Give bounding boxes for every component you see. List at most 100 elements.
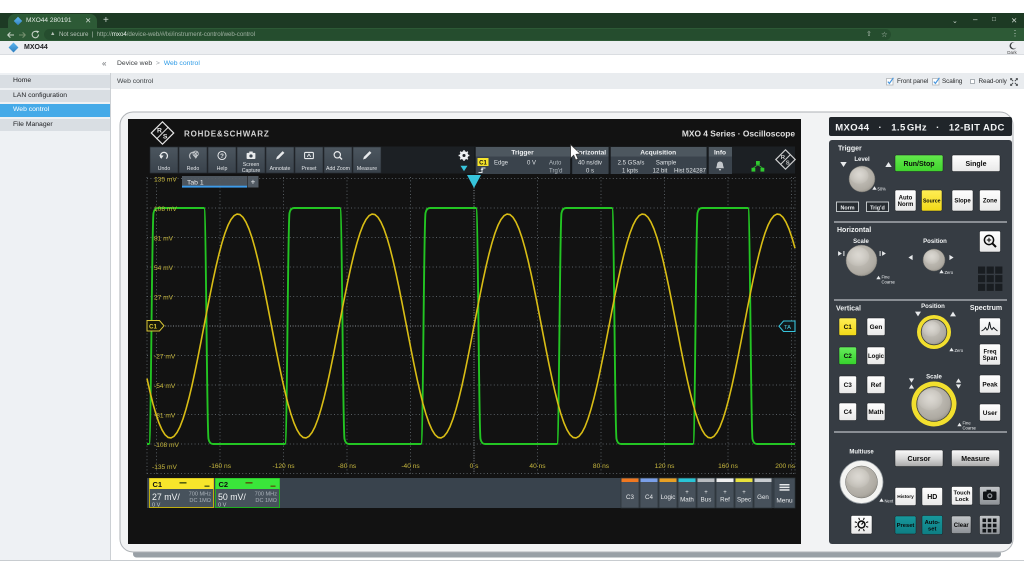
- svg-text:Level: Level: [854, 157, 870, 163]
- svg-text:Auto-: Auto-: [925, 520, 940, 526]
- svg-text:Single: Single: [965, 161, 986, 168]
- svg-text:-135 mV: -135 mV: [152, 464, 178, 471]
- svg-text:Bus: Bus: [701, 497, 712, 504]
- svg-text:Measure: Measure: [961, 456, 990, 463]
- svg-text:81 mV: 81 mV: [154, 236, 174, 243]
- svg-text:C4: C4: [645, 494, 653, 501]
- svg-text:Info: Info: [714, 149, 726, 156]
- svg-text:Trigger: Trigger: [838, 146, 862, 153]
- svg-text:50 mV/: 50 mV/: [218, 492, 246, 502]
- svg-text:Clear: Clear: [954, 523, 970, 529]
- svg-text:Ref: Ref: [720, 497, 730, 504]
- svg-text:Scale: Scale: [853, 239, 869, 245]
- svg-text:700 MHz: 700 MHz: [255, 492, 278, 498]
- svg-text:C4: C4: [844, 409, 853, 416]
- svg-text:MXO 4 Series · Oscilloscope: MXO 4 Series · Oscilloscope: [682, 129, 795, 139]
- svg-text:200 ns: 200 ns: [775, 463, 796, 470]
- svg-text:Math: Math: [868, 409, 883, 416]
- svg-text:0 V: 0 V: [152, 503, 161, 509]
- svg-text:2.5 GSa/s: 2.5 GSa/s: [618, 161, 645, 167]
- svg-text:Touch: Touch: [954, 491, 971, 497]
- svg-text:Edge: Edge: [494, 161, 509, 167]
- svg-text:40 ns/div: 40 ns/div: [578, 161, 602, 167]
- svg-text:ROHDE&SCHWARZ: ROHDE&SCHWARZ: [184, 130, 270, 139]
- svg-text:-80 ns: -80 ns: [338, 463, 357, 470]
- svg-text:135 mV: 135 mV: [154, 177, 177, 184]
- svg-text:Coarse: Coarse: [882, 280, 896, 285]
- svg-text:+: +: [685, 490, 689, 496]
- svg-text:Capture: Capture: [242, 168, 261, 174]
- svg-text:C3: C3: [626, 494, 634, 501]
- svg-text:Menu: Menu: [776, 498, 793, 505]
- svg-text:-40 ns: -40 ns: [401, 463, 420, 470]
- svg-text:0 V: 0 V: [527, 161, 536, 167]
- svg-text:Slope: Slope: [954, 199, 971, 205]
- svg-text:40 ns: 40 ns: [529, 463, 546, 470]
- svg-text:0 V: 0 V: [218, 503, 227, 509]
- svg-text:0 s: 0 s: [586, 169, 594, 175]
- svg-text:?: ?: [220, 153, 224, 160]
- svg-text:Zero: Zero: [945, 270, 954, 275]
- svg-text:Norm: Norm: [898, 202, 914, 208]
- svg-text:Coarse: Coarse: [963, 426, 977, 431]
- svg-text:C2: C2: [844, 353, 853, 360]
- svg-text:C1: C1: [153, 480, 163, 489]
- svg-text:27 mV: 27 mV: [154, 295, 174, 302]
- svg-text:Freq: Freq: [983, 349, 996, 355]
- svg-text:Spectrum: Spectrum: [970, 305, 1002, 312]
- svg-text:Math: Math: [680, 497, 694, 504]
- svg-text:1 kpts: 1 kpts: [622, 169, 638, 175]
- svg-text:C1: C1: [149, 324, 157, 331]
- svg-text:Source: Source: [923, 198, 941, 204]
- svg-text:Scale: Scale: [926, 375, 942, 381]
- svg-text:Gen: Gen: [757, 494, 769, 501]
- svg-text:50%: 50%: [878, 187, 887, 192]
- svg-text:700 MHz: 700 MHz: [189, 492, 212, 498]
- svg-text:-160 ns: -160 ns: [209, 463, 232, 470]
- svg-text:Position: Position: [923, 239, 947, 245]
- svg-text:S: S: [163, 134, 168, 141]
- svg-text:Gen: Gen: [870, 324, 883, 331]
- svg-text:Auto: Auto: [549, 161, 562, 167]
- svg-text:Acquisition: Acquisition: [640, 149, 676, 156]
- svg-text:108 mV: 108 mV: [154, 206, 177, 213]
- svg-text:Trigger: Trigger: [511, 149, 534, 156]
- svg-text:160 ns: 160 ns: [718, 463, 739, 470]
- svg-text:Trg’d: Trg’d: [549, 169, 562, 175]
- svg-text:Tab 1: Tab 1: [187, 179, 204, 186]
- svg-text:-27 mV: -27 mV: [154, 354, 176, 361]
- svg-text:+: +: [723, 490, 727, 496]
- svg-text:Preset: Preset: [302, 166, 318, 172]
- svg-text:Spec: Spec: [737, 497, 751, 504]
- svg-text:-108 mV: -108 mV: [154, 442, 180, 449]
- svg-text:Lock: Lock: [955, 497, 969, 503]
- svg-text:S: S: [786, 160, 790, 166]
- svg-text:-120 ns: -120 ns: [273, 463, 296, 470]
- svg-text:Ref: Ref: [871, 382, 882, 389]
- svg-text:Sample: Sample: [656, 161, 677, 167]
- svg-text:-81 mV: -81 mV: [154, 413, 176, 420]
- svg-text:Logic: Logic: [868, 354, 885, 360]
- svg-text:Position: Position: [921, 304, 945, 310]
- svg-text:HD: HD: [927, 494, 937, 501]
- svg-text:Run/Stop: Run/Stop: [903, 161, 934, 168]
- svg-text:Undo: Undo: [158, 166, 171, 172]
- svg-text:80 ns: 80 ns: [593, 463, 610, 470]
- svg-text:User: User: [983, 410, 998, 417]
- svg-text:TA: TA: [784, 325, 791, 331]
- svg-text:120 ns: 120 ns: [655, 463, 676, 470]
- svg-text:Measure: Measure: [357, 166, 377, 172]
- svg-text:Trig’d: Trig’d: [870, 205, 885, 211]
- svg-text:Next: Next: [885, 499, 894, 504]
- svg-text:-54 mV: -54 mV: [154, 383, 176, 390]
- svg-text:27 mV/: 27 mV/: [152, 492, 180, 502]
- svg-text:Peak: Peak: [982, 381, 998, 388]
- svg-text:MXO44 · 1.5 GHz · 12-B: MXO44 · 1.5 GHz · 12-BIT ADC: [835, 123, 1005, 134]
- svg-text:Zone: Zone: [983, 199, 998, 205]
- svg-text:R: R: [157, 127, 162, 134]
- svg-text:Span: Span: [983, 356, 998, 362]
- svg-text:History: History: [897, 494, 914, 500]
- svg-text:DC 1MΩ: DC 1MΩ: [255, 498, 277, 504]
- svg-text:Help: Help: [217, 166, 228, 172]
- svg-text:+: +: [742, 490, 746, 496]
